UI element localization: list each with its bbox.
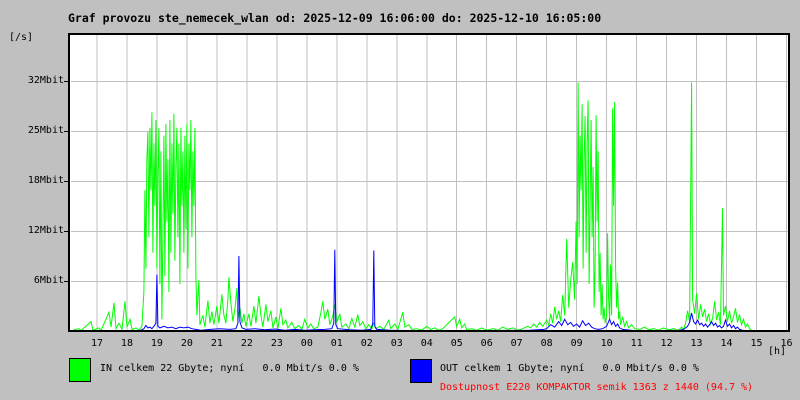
- x-axis-unit-label: [h]: [768, 346, 787, 357]
- x-tick-label: 18: [120, 338, 133, 349]
- x-tick-label: 14: [720, 338, 733, 349]
- x-tick-label: 13: [690, 338, 703, 349]
- x-tick-label: 17: [90, 338, 103, 349]
- out-legend-swatch: [410, 359, 432, 383]
- x-tick-label: 06: [480, 338, 493, 349]
- out-legend-label: OUT celkem 1 Gbyte; nyní 0.0 Mbit/s 0.0 …: [440, 363, 699, 374]
- mrtg-traffic-graph-window: Graf provozu ste_nemecek_wlan od: 2025-1…: [0, 0, 800, 400]
- x-tick-label: 11: [630, 338, 643, 349]
- x-tick-label: 23: [270, 338, 283, 349]
- x-tick-label: 19: [150, 338, 163, 349]
- x-tick-label: 07: [510, 338, 523, 349]
- x-tick-label: 21: [210, 338, 223, 349]
- x-tick-label: 01: [330, 338, 343, 349]
- availability-status-text: Dostupnost E220 KOMPAKTOR semik 1363 z 1…: [440, 382, 754, 393]
- y-tick-label: 18Mbit: [27, 175, 64, 186]
- x-tick-label: 10: [600, 338, 613, 349]
- x-tick-label: 05: [450, 338, 463, 349]
- x-tick-label: 00: [300, 338, 313, 349]
- in-legend-label: IN celkem 22 Gbyte; nyní 0.0 Mbit/s 0.0 …: [100, 363, 359, 374]
- y-tick-label: 12Mbit: [27, 225, 64, 236]
- x-tick-label: 22: [240, 338, 253, 349]
- x-tick-label: 09: [570, 338, 583, 349]
- x-tick-label: 08: [540, 338, 553, 349]
- x-tick-label: 03: [390, 338, 403, 349]
- y-tick-label: 25Mbit: [27, 125, 64, 136]
- x-tick-label: 04: [420, 338, 433, 349]
- x-tick-label: 12: [660, 338, 673, 349]
- y-tick-label: 32Mbit: [27, 75, 64, 86]
- in-legend-swatch: [69, 358, 91, 382]
- y-tick-label: 6Mbit: [33, 275, 64, 286]
- x-tick-label: 20: [180, 338, 193, 349]
- x-tick-label: 02: [360, 338, 373, 349]
- x-tick-label: 15: [750, 338, 763, 349]
